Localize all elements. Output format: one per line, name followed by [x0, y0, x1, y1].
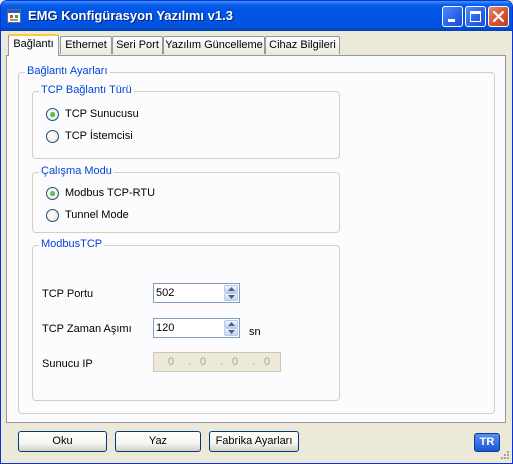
minimize-button[interactable]	[442, 6, 463, 27]
modbus-tcp-group: ModbusTCP TCP Portu TCP Zaman Aşımı sn S…	[32, 238, 340, 401]
close-button[interactable]	[488, 6, 509, 27]
radio-tcp-server-label: TCP Sunucusu	[65, 108, 139, 120]
radio-dot	[50, 191, 55, 196]
app-icon	[7, 9, 21, 23]
radio-button-checked[interactable]	[46, 187, 59, 200]
tcp-timeout-input[interactable]	[156, 320, 216, 335]
tab-panel-connection: Bağlantı Ayarları TCP Bağlantı Türü TCP …	[6, 55, 506, 423]
arrow-up-icon	[228, 287, 235, 291]
connection-settings-group: Bağlantı Ayarları TCP Bağlantı Türü TCP …	[18, 65, 495, 414]
tcp-port-down-button[interactable]	[224, 293, 238, 301]
operating-mode-group: Çalışma Modu Modbus TCP-RTU Tunnel Mode	[32, 165, 340, 233]
tcp-port-label: TCP Portu	[42, 288, 94, 300]
write-button[interactable]: Yaz	[115, 431, 201, 452]
server-ip-octet-3: 0	[231, 356, 239, 368]
server-ip-separator: .	[252, 356, 256, 368]
radio-button-unchecked[interactable]	[46, 209, 59, 222]
arrow-down-icon	[228, 295, 235, 299]
server-ip-octet-2: 0	[199, 356, 207, 368]
tcp-port-input[interactable]	[156, 285, 216, 300]
tcp-connection-type-group: TCP Bağlantı Türü TCP Sunucusu TCP İstem…	[32, 84, 340, 159]
close-icon	[492, 10, 505, 23]
title-bar[interactable]: EMG Konfigürasyon Yazılımı v1.3	[1, 1, 512, 31]
tcp-port-up-button[interactable]	[224, 285, 238, 293]
tab-connection[interactable]: Bağlantı	[8, 34, 59, 56]
tab-ethernet[interactable]: Ethernet	[60, 36, 112, 54]
tab-software-update[interactable]: Yazılım Güncelleme	[163, 36, 265, 54]
maximize-icon	[470, 11, 481, 22]
operating-mode-title: Çalışma Modu	[39, 165, 114, 177]
radio-button-checked[interactable]	[46, 108, 59, 121]
radio-dot	[50, 112, 55, 117]
arrow-down-icon	[228, 330, 235, 334]
read-button[interactable]: Oku	[18, 431, 107, 452]
server-ip-octet-4: 0	[263, 356, 271, 368]
minimize-icon	[448, 19, 455, 22]
server-ip-field[interactable]: 0 . 0 . 0 . 0	[153, 352, 281, 372]
tcp-timeout-up-button[interactable]	[224, 320, 238, 328]
language-button[interactable]: TR	[474, 433, 500, 452]
connection-settings-title: Bağlantı Ayarları	[25, 65, 110, 77]
tcp-connection-type-title: TCP Bağlantı Türü	[39, 84, 134, 96]
tcp-timeout-down-button[interactable]	[224, 328, 238, 336]
arrow-up-icon	[228, 322, 235, 326]
radio-tcp-client[interactable]: TCP İstemcisi	[46, 130, 186, 144]
tab-serial-port[interactable]: Seri Port	[112, 36, 163, 54]
maximize-button[interactable]	[465, 6, 486, 27]
radio-tcp-server[interactable]: TCP Sunucusu	[46, 108, 186, 122]
radio-modbus-tcp-rtu[interactable]: Modbus TCP-RTU	[46, 187, 186, 201]
tcp-timeout-stepper[interactable]	[153, 318, 240, 338]
tcp-port-stepper[interactable]	[153, 283, 240, 303]
tab-device-info[interactable]: Cihaz Bilgileri	[265, 36, 340, 54]
radio-tunnel-mode-label: Tunnel Mode	[65, 209, 129, 221]
radio-button-unchecked[interactable]	[46, 130, 59, 143]
server-ip-separator: .	[188, 356, 192, 368]
main-window: EMG Konfigürasyon Yazılımı v1.3 Bağlantı…	[0, 0, 513, 464]
factory-settings-button[interactable]: Fabrika Ayarları	[209, 431, 299, 452]
resize-grip-icon[interactable]	[499, 450, 510, 461]
window-title: EMG Konfigürasyon Yazılımı v1.3	[28, 8, 233, 23]
modbus-tcp-title: ModbusTCP	[39, 238, 105, 250]
server-ip-label: Sunucu IP	[42, 358, 93, 370]
tcp-timeout-label: TCP Zaman Aşımı	[42, 323, 132, 335]
server-ip-octet-1: 0	[167, 356, 175, 368]
radio-modbus-tcp-rtu-label: Modbus TCP-RTU	[65, 187, 156, 199]
timeout-unit-label: sn	[249, 326, 261, 338]
radio-tcp-client-label: TCP İstemcisi	[65, 130, 133, 142]
server-ip-separator: .	[220, 356, 224, 368]
radio-tunnel-mode[interactable]: Tunnel Mode	[46, 209, 186, 223]
tab-strip: Bağlantı Ethernet Seri Port Yazılım Günc…	[6, 34, 506, 56]
